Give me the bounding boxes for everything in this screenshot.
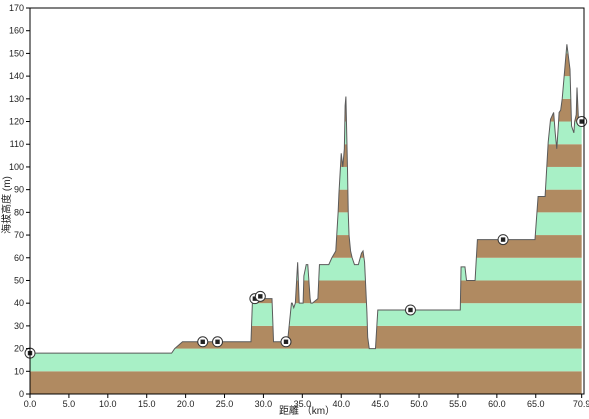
x-tick-label: 40.0 bbox=[332, 399, 350, 409]
x-axis-title: 距離 （km） bbox=[279, 404, 335, 417]
x-tick-label: 20.0 bbox=[177, 399, 195, 409]
y-tick-label: 80 bbox=[14, 207, 24, 217]
waypoint-marker bbox=[254, 290, 266, 302]
x-tick-label: 15.0 bbox=[138, 399, 156, 409]
y-tick-label: 110 bbox=[10, 139, 24, 149]
y-tick-label: 150 bbox=[9, 48, 24, 58]
y-tick-label: 140 bbox=[9, 71, 24, 81]
waypoint-marker-square bbox=[258, 294, 263, 299]
y-tick-label: 160 bbox=[9, 26, 24, 36]
x-tick-label: 55.0 bbox=[449, 399, 467, 409]
waypoint-marker bbox=[576, 116, 588, 128]
waypoint-marker bbox=[212, 336, 224, 348]
elevation-profile-chart: 0.0 5.0 10.0 15.0 20.0 25.0 30.0 35.0 40.0 45.0 50… bbox=[0, 0, 589, 419]
y-tick-label: 100 bbox=[9, 162, 24, 172]
waypoint-marker bbox=[404, 304, 416, 316]
x-tick-label: 45.0 bbox=[371, 399, 389, 409]
waypoint-marker-square bbox=[579, 119, 584, 124]
x-tick-label: 65.0 bbox=[527, 399, 545, 409]
x-tick-label: 50.0 bbox=[410, 399, 428, 409]
y-tick-label: 0 bbox=[19, 389, 24, 399]
x-tick-label: 0.0 bbox=[24, 399, 37, 409]
y-tick-label: 60 bbox=[14, 253, 24, 263]
y-tick-label: 170 bbox=[9, 3, 24, 13]
x-tick-label: 60.0 bbox=[488, 399, 506, 409]
waypoint-marker bbox=[497, 234, 509, 246]
waypoint-marker-square bbox=[408, 307, 413, 313]
y-tick-label: 130 bbox=[9, 94, 24, 104]
y-tick-label: 50 bbox=[14, 275, 24, 285]
x-tick-label: 25.0 bbox=[216, 399, 234, 409]
waypoint-marker bbox=[197, 336, 209, 348]
y-tick-label: 90 bbox=[14, 185, 24, 195]
x-tick-label: 30.0 bbox=[255, 399, 273, 409]
waypoint-marker bbox=[280, 336, 292, 348]
x-tick-label: 70.9 bbox=[573, 399, 589, 409]
x-tick-label: 5.0 bbox=[63, 399, 76, 409]
y-tick-label: 70 bbox=[14, 230, 24, 240]
y-tick-label: 120 bbox=[9, 117, 24, 127]
x-tick-label: 10.0 bbox=[99, 399, 117, 409]
elevation-band bbox=[30, 371, 582, 394]
y-tick-label: 40 bbox=[14, 298, 24, 308]
waypoint-marker-square bbox=[283, 339, 289, 344]
y-tick-label: 20 bbox=[14, 344, 24, 354]
waypoint-marker-square bbox=[215, 339, 220, 344]
y-axis-title: 海拔高度 (m) bbox=[0, 176, 13, 234]
waypoint-marker-square bbox=[200, 339, 205, 344]
y-tick-label: 10 bbox=[14, 366, 24, 376]
y-tick-label: 30 bbox=[14, 321, 24, 331]
waypoint-marker-square bbox=[500, 237, 506, 242]
